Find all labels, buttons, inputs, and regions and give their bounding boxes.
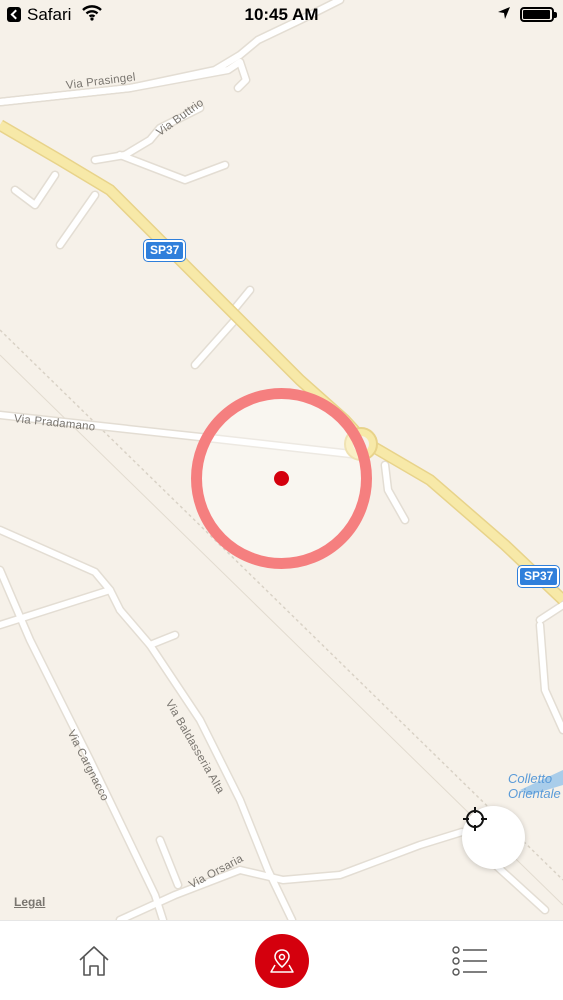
crosshair-icon <box>463 807 487 831</box>
water-label: Colletto Orientale <box>508 771 561 801</box>
tab-map[interactable] <box>252 921 312 1000</box>
tab-list[interactable] <box>440 921 500 1000</box>
app-screen: Via Prasingel Via Buttrio Via Pradamano … <box>0 0 563 1000</box>
map-pin-icon <box>270 949 294 973</box>
legal-link[interactable]: Legal <box>14 895 45 909</box>
home-icon <box>79 946 109 976</box>
location-pin[interactable] <box>274 471 289 486</box>
tab-home[interactable] <box>63 921 125 1000</box>
status-time: 10:45 AM <box>244 5 319 24</box>
map-tab-active-indicator <box>255 934 309 988</box>
route-shield: SP37 <box>518 566 560 587</box>
status-bar: Safari 10:45 AM <box>0 0 563 30</box>
list-icon <box>452 946 487 976</box>
route-shield: SP37 <box>144 240 186 261</box>
battery-icon <box>520 7 557 22</box>
map-view[interactable]: Via Prasingel Via Buttrio Via Pradamano … <box>0 0 563 920</box>
location-arrow-icon <box>498 7 510 19</box>
tab-bar <box>0 920 563 1000</box>
locate-me-button[interactable] <box>462 806 525 869</box>
